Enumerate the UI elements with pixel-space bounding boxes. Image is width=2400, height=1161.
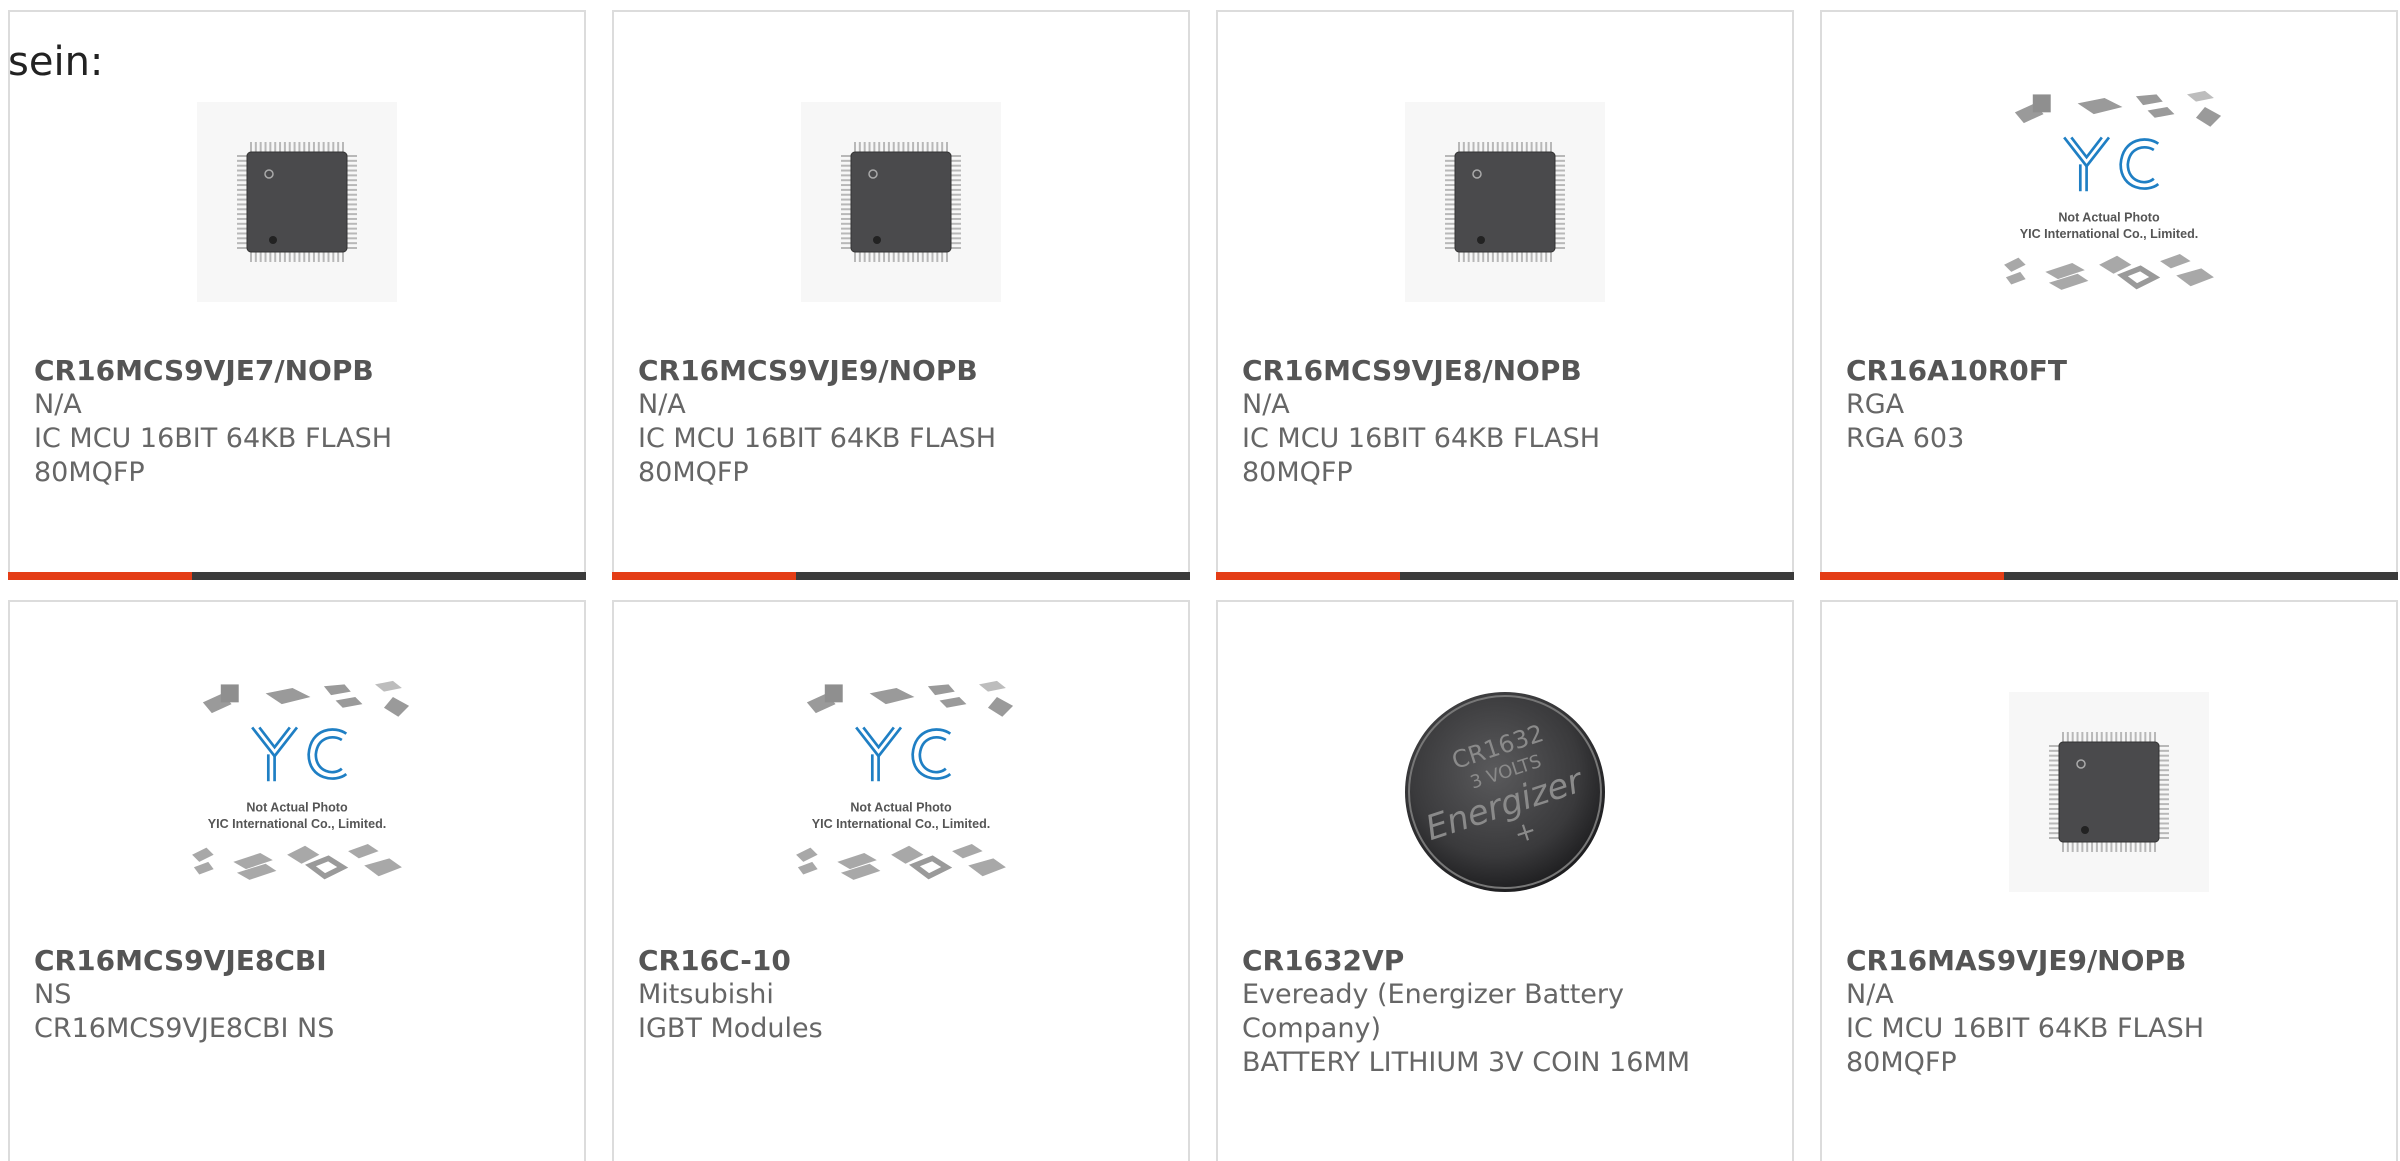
part-number[interactable]: CR16MCS9VJE8CBI	[34, 944, 504, 978]
placeholder-line2: YIC International Co., Limited.	[2020, 227, 2198, 241]
placeholder-image[interactable]: Not Actual Photo YIC International Co., …	[771, 672, 1031, 912]
product-info: CR1632VP Eveready (Energizer Battery Comp…	[1242, 944, 1712, 1080]
product-image[interactable]	[1375, 82, 1635, 322]
placeholder-image[interactable]: Not Actual Photo YIC International Co., …	[1979, 82, 2239, 322]
product-card[interactable]: Not Actual Photo YIC International Co., …	[612, 600, 1190, 1161]
part-number[interactable]: CR16C-10	[638, 944, 1108, 978]
part-number[interactable]: CR16MCS9VJE8/NOPB	[1242, 354, 1712, 388]
product-card[interactable]: CR16MCS9VJE8/NOPB N/A IC MCU 16BIT 64KB FL…	[1216, 10, 1794, 580]
part-number[interactable]: CR16A10R0FT	[1846, 354, 2316, 388]
card-bottom-bar	[612, 572, 1190, 580]
description: BATTERY LITHIUM 3V COIN 16MM	[1242, 1047, 1691, 1078]
card-bottom-bar	[1820, 572, 2398, 580]
manufacturer: N/A	[34, 389, 82, 420]
description: IC MCU 16BIT 64KB FLASH 80MQFP	[1846, 1013, 2205, 1078]
description: IC MCU 16BIT 64KB FLASH 80MQFP	[34, 423, 393, 488]
description: IC MCU 16BIT 64KB FLASH 80MQFP	[1242, 423, 1601, 488]
card-bottom-bar	[1216, 572, 1794, 580]
product-info: CR16MCS9VJE7/NOPB N/A IC MCU 16BIT 64KB FL…	[34, 354, 504, 490]
placeholder-line2: YIC International Co., Limited.	[208, 817, 386, 831]
product-image[interactable]	[771, 82, 1031, 322]
card-accent-bar	[1820, 572, 2004, 580]
manufacturer: N/A	[1846, 979, 1894, 1010]
product-image[interactable]	[167, 82, 427, 322]
description: IC MCU 16BIT 64KB FLASH 80MQFP	[638, 423, 997, 488]
card-accent-bar	[1216, 572, 1400, 580]
card-accent-bar	[8, 572, 192, 580]
description: RGA 603	[1846, 423, 1965, 454]
product-info: CR16A10R0FT RGA RGA 603	[1846, 354, 2316, 456]
manufacturer: NS	[34, 979, 72, 1010]
card-accent-bar	[612, 572, 796, 580]
part-number[interactable]: CR1632VP	[1242, 944, 1712, 978]
placeholder-line1: Not Actual Photo	[850, 801, 952, 815]
manufacturer: RGA	[1846, 389, 1905, 420]
part-number[interactable]: CR16MCS9VJE7/NOPB	[34, 354, 504, 388]
product-info: CR16MCS9VJE9/NOPB N/A IC MCU 16BIT 64KB FL…	[638, 354, 1108, 490]
product-info: CR16MCS9VJE8/NOPB N/A IC MCU 16BIT 64KB FL…	[1242, 354, 1712, 490]
description: IGBT Modules	[638, 1013, 823, 1044]
product-card[interactable]: CR16MCS9VJE7/NOPB N/A IC MCU 16BIT 64KB FL…	[8, 10, 586, 580]
placeholder-line1: Not Actual Photo	[246, 801, 348, 815]
placeholder-image[interactable]: Not Actual Photo YIC International Co., …	[167, 672, 427, 912]
part-number[interactable]: CR16MCS9VJE9/NOPB	[638, 354, 1108, 388]
product-info: CR16MAS9VJE9/NOPB N/A IC MCU 16BIT 64KB FL…	[1846, 944, 2316, 1080]
placeholder-line1: Not Actual Photo	[2058, 211, 2160, 225]
card-bottom-bar	[8, 572, 586, 580]
part-number[interactable]: CR16MAS9VJE9/NOPB	[1846, 944, 2316, 978]
placeholder-line2: YIC International Co., Limited.	[812, 817, 990, 831]
product-info: CR16C-10 Mitsubishi IGBT Modules	[638, 944, 1108, 1046]
product-card[interactable]: Not Actual Photo YIC International Co., …	[1820, 10, 2398, 580]
manufacturer: N/A	[1242, 389, 1290, 420]
intro-text: sein:	[8, 39, 104, 85]
product-grid: CR16MCS9VJE7/NOPB N/A IC MCU 16BIT 64KB FL…	[8, 10, 2400, 1161]
description: CR16MCS9VJE8CBI NS	[34, 1013, 335, 1044]
product-image[interactable]	[1979, 672, 2239, 912]
manufacturer: Eveready (Energizer Battery Company)	[1242, 979, 1624, 1044]
product-card[interactable]: Not Actual Photo YIC International Co., …	[8, 600, 586, 1161]
manufacturer: N/A	[638, 389, 686, 420]
product-info: CR16MCS9VJE8CBI NS CR16MCS9VJE8CBI NS	[34, 944, 504, 1046]
product-card[interactable]: CR1632 3 VOLTS Energizer + CR1632VP Evere…	[1216, 600, 1794, 1161]
product-image[interactable]: CR1632 3 VOLTS Energizer +	[1375, 672, 1635, 912]
page: sein: CR16MCS9VJE7/NOPB N/A IC MCU 16BIT 6…	[0, 0, 2400, 1161]
product-card[interactable]: CR16MCS9VJE9/NOPB N/A IC MCU 16BIT 64KB FL…	[612, 10, 1190, 580]
product-card[interactable]: CR16MAS9VJE9/NOPB N/A IC MCU 16BIT 64KB FL…	[1820, 600, 2398, 1161]
manufacturer: Mitsubishi	[638, 979, 774, 1010]
